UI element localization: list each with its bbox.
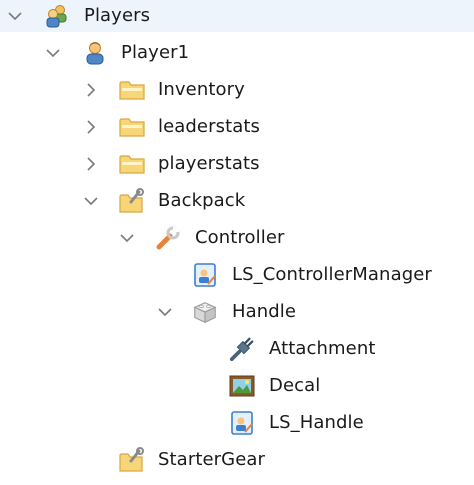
localscript-icon	[229, 410, 255, 436]
tree-item-label: playerstats	[158, 153, 260, 174]
tree-item-players[interactable]: Players	[0, 0, 474, 32]
startergear-folder-icon	[119, 447, 145, 473]
explorer-tree: Players Player1 Inventory leaderstats pl…	[0, 0, 474, 485]
tool-icon	[155, 225, 181, 251]
tree-item-playerstats[interactable]: playerstats	[0, 148, 474, 180]
chevron-down-icon[interactable]	[6, 7, 24, 25]
tree-item-startergear[interactable]: StarterGear	[0, 444, 474, 476]
chevron-right-icon[interactable]	[82, 155, 100, 173]
tree-item-attachment[interactable]: Attachment	[0, 333, 474, 365]
tree-item-label: StarterGear	[158, 449, 265, 470]
tree-item-handle[interactable]: Handle	[0, 296, 474, 328]
tree-item-label: Inventory	[158, 79, 245, 100]
tree-item-label: leaderstats	[158, 116, 261, 137]
tree-item-label: Attachment	[269, 338, 376, 359]
backpack-folder-icon	[119, 188, 145, 214]
tree-item-inventory[interactable]: Inventory	[0, 74, 474, 106]
player-icon	[82, 40, 108, 66]
tree-item-label: LS_ControllerManager	[232, 264, 432, 285]
tree-item-label: Controller	[195, 227, 285, 248]
tree-item-ls-controllermanager[interactable]: LS_ControllerManager	[0, 259, 474, 291]
tree-item-ls-handle[interactable]: LS_Handle	[0, 407, 474, 439]
attachment-icon	[229, 336, 255, 362]
tree-item-label: Players	[84, 5, 151, 26]
chevron-down-icon[interactable]	[82, 192, 100, 210]
players-icon	[44, 3, 70, 29]
localscript-icon	[192, 262, 218, 288]
tree-item-label: Decal	[269, 375, 321, 396]
folder-icon	[119, 77, 145, 103]
tree-item-leaderstats[interactable]: leaderstats	[0, 111, 474, 143]
chevron-down-icon[interactable]	[118, 229, 136, 247]
part-icon	[192, 299, 218, 325]
tree-item-label: Handle	[232, 301, 297, 322]
folder-icon	[119, 114, 145, 140]
decal-icon	[229, 373, 255, 399]
chevron-down-icon[interactable]	[156, 303, 174, 321]
tree-item-backpack[interactable]: Backpack	[0, 185, 474, 217]
tree-item-label: LS_Handle	[269, 412, 364, 433]
chevron-right-icon[interactable]	[82, 118, 100, 136]
tree-item-label: Player1	[121, 42, 190, 63]
chevron-right-icon[interactable]	[82, 81, 100, 99]
chevron-down-icon[interactable]	[44, 44, 62, 62]
tree-item-decal[interactable]: Decal	[0, 370, 474, 402]
tree-item-player1[interactable]: Player1	[0, 37, 474, 69]
tree-item-label: Backpack	[158, 190, 246, 211]
tree-item-controller[interactable]: Controller	[0, 222, 474, 254]
folder-icon	[119, 151, 145, 177]
